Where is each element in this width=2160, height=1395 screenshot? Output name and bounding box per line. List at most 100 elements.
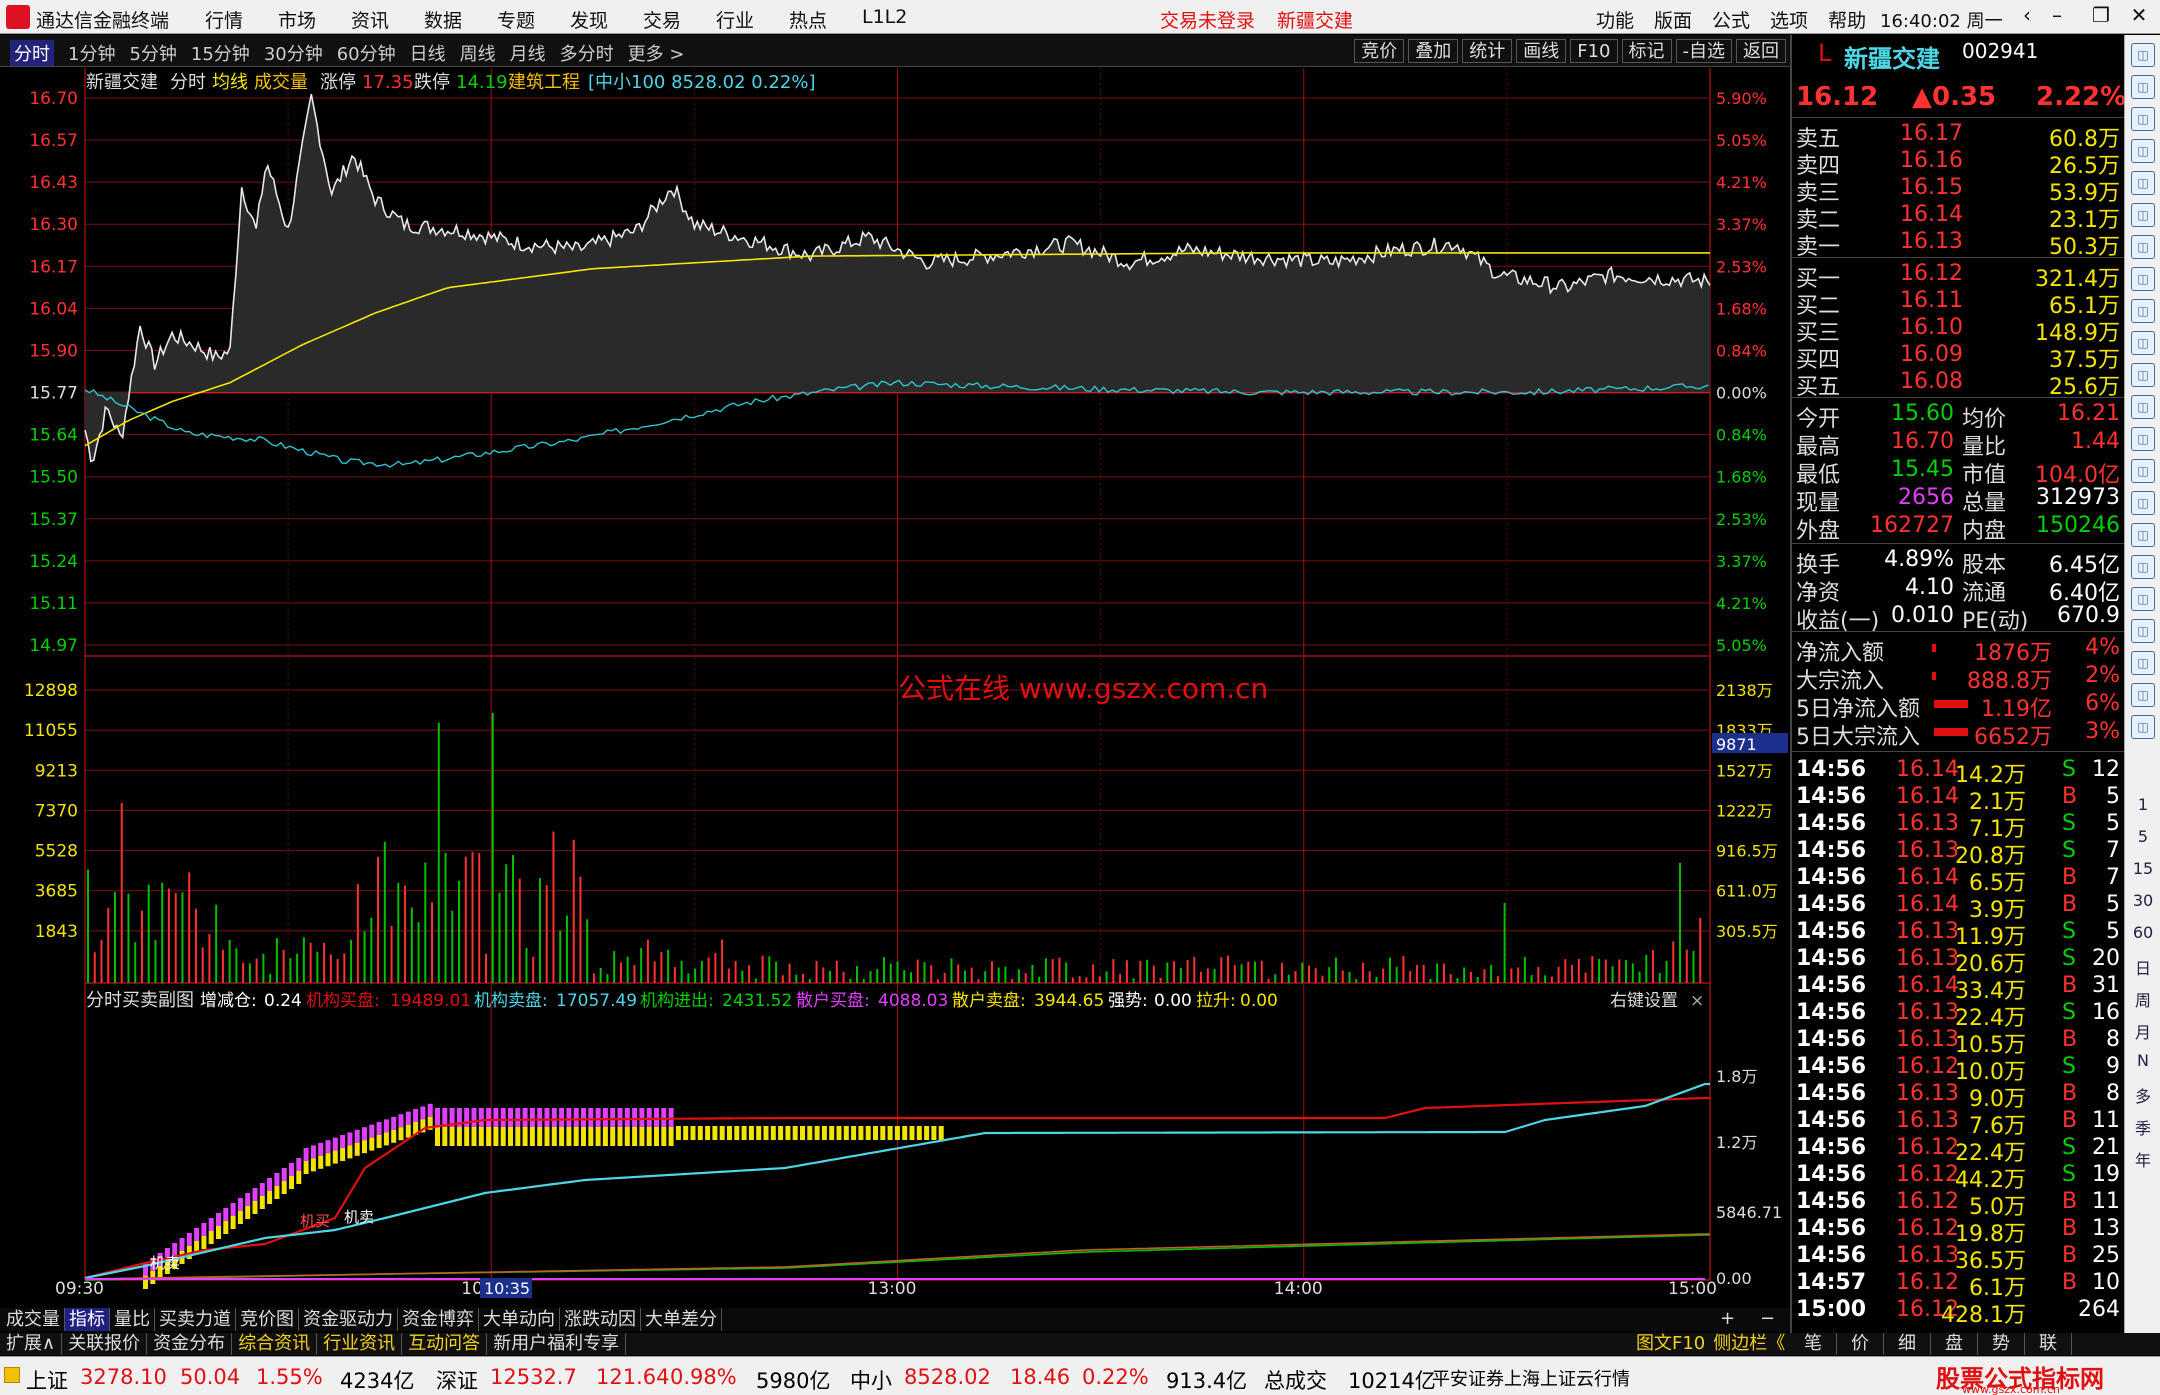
tab-volume[interactable]: 成交量: [2, 1308, 65, 1331]
side-period-5[interactable]: 日: [2125, 955, 2160, 979]
side-tool-icon[interactable]: ◫: [2131, 299, 2155, 323]
side-tool-icon[interactable]: ◫: [2131, 587, 2155, 611]
side-tool-icon[interactable]: ◫: [2131, 267, 2155, 291]
tool-f10[interactable]: F10: [1570, 39, 1618, 63]
menu-item[interactable]: 发现: [570, 6, 643, 33]
side-period-4[interactable]: 60: [2125, 923, 2160, 942]
side-tool-icon[interactable]: ◫: [2131, 491, 2155, 515]
tab-more[interactable]: 更多 >: [628, 40, 685, 66]
side-tool-icon[interactable]: ◫: [2131, 683, 2155, 707]
tool-overlay[interactable]: 叠加: [1408, 39, 1459, 63]
intraday-chart[interactable]: 新疆交建 分时 均线 成交量 涨停 17.35 跌停 14.19 建筑工程 [中…: [0, 68, 1790, 1308]
side-period-9[interactable]: 多: [2125, 1083, 2160, 1107]
tab-daily[interactable]: 日线: [410, 40, 446, 66]
tab-price[interactable]: 价: [1837, 1333, 1884, 1355]
tab-fund-game[interactable]: 资金博弈: [398, 1308, 479, 1331]
side-tool-icon[interactable]: ◫: [2131, 107, 2155, 131]
sz-label[interactable]: 深证: [436, 1365, 478, 1395]
side-tool-icon[interactable]: ◫: [2131, 523, 2155, 547]
tab-5min[interactable]: 5分钟: [129, 40, 176, 66]
side-tool-icon[interactable]: ◫: [2131, 459, 2155, 483]
login-status-link[interactable]: 交易未登录: [1160, 6, 1255, 33]
side-period-10[interactable]: 季: [2125, 1115, 2160, 1139]
menu-item[interactable]: 专题: [497, 6, 570, 33]
side-tool-icon[interactable]: ◫: [2131, 331, 2155, 355]
related-quote-tab[interactable]: 关联报价: [62, 1333, 148, 1355]
chart-area[interactable]: 新疆交建 分时 均线 成交量 涨停 17.35 跌停 14.19 建筑工程 [中…: [0, 68, 1790, 1308]
side-period-2[interactable]: 15: [2125, 859, 2160, 878]
menu-item[interactable]: 交易: [643, 6, 716, 33]
menu-item[interactable]: L1L2: [862, 6, 935, 33]
tool-stats[interactable]: 统计: [1462, 39, 1513, 63]
side-tool-icon[interactable]: ◫: [2131, 75, 2155, 99]
news-tab[interactable]: 综合资讯: [232, 1333, 318, 1355]
tab-big-order-diff[interactable]: 大单差分: [641, 1308, 722, 1331]
menu-formula[interactable]: 公式: [1712, 6, 1750, 33]
tab-fund-drive[interactable]: 资金驱动力: [299, 1308, 398, 1331]
side-period-3[interactable]: 30: [2125, 891, 2160, 910]
expand-button[interactable]: 扩展∧: [0, 1333, 63, 1355]
tab-trend[interactable]: 势: [1978, 1333, 2025, 1355]
sh-label[interactable]: 上证: [26, 1365, 68, 1395]
close-icon[interactable]: ✕: [2122, 3, 2156, 31]
tab-weekly[interactable]: 周线: [460, 40, 496, 66]
side-period-0[interactable]: 1: [2125, 795, 2160, 814]
zx-label[interactable]: 中小: [850, 1365, 892, 1395]
menu-item[interactable]: 热点: [789, 6, 862, 33]
current-stock-link[interactable]: 新疆交建: [1277, 6, 1353, 33]
side-tool-icon[interactable]: ◫: [2131, 139, 2155, 163]
f10-button[interactable]: 图文F10: [1632, 1333, 1709, 1355]
side-tool-icon[interactable]: ◫: [2131, 235, 2155, 259]
menu-item[interactable]: 行情: [205, 6, 278, 33]
tab-15min[interactable]: 15分钟: [191, 40, 250, 66]
tab-detail[interactable]: 细: [1884, 1333, 1931, 1355]
tool-mark[interactable]: 标记: [1621, 39, 1672, 63]
side-period-7[interactable]: 月: [2125, 1019, 2160, 1043]
menu-item[interactable]: 市场: [278, 6, 351, 33]
tab-book[interactable]: 盘: [1931, 1333, 1978, 1355]
side-tool-icon[interactable]: ◫: [2131, 395, 2155, 419]
tab-30min[interactable]: 30分钟: [264, 40, 323, 66]
tab-link[interactable]: 联: [2025, 1333, 2072, 1355]
menu-function[interactable]: 功能: [1596, 6, 1634, 33]
welfare-tab[interactable]: 新用户福利专享: [487, 1333, 627, 1355]
menu-options[interactable]: 选项: [1770, 6, 1808, 33]
tool-draw[interactable]: 画线: [1516, 39, 1567, 63]
side-period-1[interactable]: 5: [2125, 827, 2160, 846]
industry-news-tab[interactable]: 行业资讯: [317, 1333, 403, 1355]
minimize-icon[interactable]: –: [2040, 3, 2074, 31]
tool-auction[interactable]: 竞价: [1354, 39, 1405, 63]
restore-icon[interactable]: ❐: [2084, 3, 2118, 31]
tab-buysell-force[interactable]: 买卖力道: [155, 1308, 236, 1331]
tab-auction[interactable]: 竞价图: [236, 1308, 299, 1331]
side-tool-icon[interactable]: ◫: [2131, 555, 2155, 579]
tab-monthly[interactable]: 月线: [510, 40, 546, 66]
tab-60min[interactable]: 60分钟: [337, 40, 396, 66]
side-tool-icon[interactable]: ◫: [2131, 363, 2155, 387]
side-tool-icon[interactable]: ◫: [2131, 619, 2155, 643]
tab-fenshi[interactable]: 分时: [10, 40, 54, 66]
zoom-in-icon[interactable]: +: [1720, 1308, 1735, 1329]
arrow-left-icon[interactable]: ‹: [2010, 3, 2044, 31]
side-tool-icon[interactable]: ◫: [2131, 715, 2155, 739]
tab-change-cause[interactable]: 涨跌动因: [560, 1308, 641, 1331]
side-period-8[interactable]: N: [2125, 1051, 2160, 1070]
tab-indicator[interactable]: 指标: [65, 1308, 110, 1331]
tab-trades[interactable]: 笔: [1790, 1333, 1837, 1355]
zoom-out-icon[interactable]: −: [1760, 1308, 1775, 1329]
menu-item[interactable]: 行业: [716, 6, 789, 33]
tool-back[interactable]: 返回: [1736, 39, 1786, 63]
menu-item[interactable]: 资讯: [351, 6, 424, 33]
tab-multi[interactable]: 多分时: [560, 40, 614, 66]
qa-tab[interactable]: 互动问答: [402, 1333, 488, 1355]
side-tool-icon[interactable]: ◫: [2131, 427, 2155, 451]
tab-1min[interactable]: 1分钟: [68, 40, 115, 66]
side-tool-icon[interactable]: ◫: [2131, 171, 2155, 195]
tab-big-order[interactable]: 大单动向: [479, 1308, 560, 1331]
side-tool-icon[interactable]: ◫: [2131, 203, 2155, 227]
fund-dist-tab[interactable]: 资金分布: [147, 1333, 233, 1355]
side-tool-icon[interactable]: ◫: [2131, 43, 2155, 67]
side-period-11[interactable]: 年: [2125, 1147, 2160, 1171]
side-tool-icon[interactable]: ◫: [2131, 651, 2155, 675]
menu-item[interactable]: 数据: [424, 6, 497, 33]
